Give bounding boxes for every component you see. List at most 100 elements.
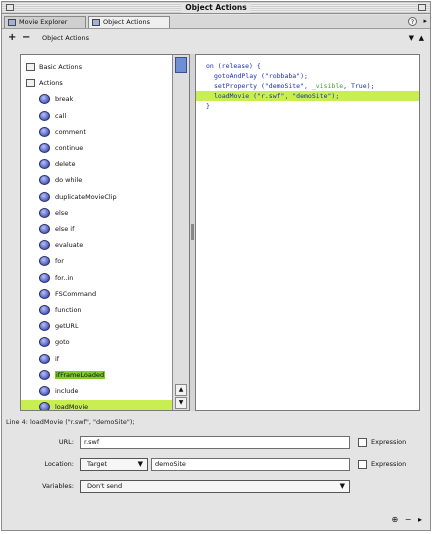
action-list-item-label: if bbox=[55, 354, 60, 363]
action-list-item[interactable]: if bbox=[21, 352, 173, 366]
target-icon[interactable]: ⊕ bbox=[391, 515, 398, 524]
action-list-item-label: for..in bbox=[55, 273, 74, 282]
variables-dropdown[interactable]: Don't send ▼ bbox=[80, 480, 350, 493]
remove-action-button[interactable]: − bbox=[22, 32, 30, 43]
action-list-item[interactable]: ifFrameLoaded bbox=[21, 368, 173, 382]
scroll-thumb[interactable] bbox=[175, 57, 187, 73]
action-icon bbox=[39, 256, 50, 267]
collapse-icon[interactable]: − bbox=[405, 515, 412, 524]
action-icon bbox=[39, 126, 50, 137]
move-up-icon[interactable]: ▲ bbox=[419, 34, 424, 42]
action-list-item-label: getURL bbox=[55, 322, 79, 331]
tree-folder[interactable]: Basic Actions bbox=[21, 60, 173, 74]
action-list-item[interactable]: for..in bbox=[21, 271, 173, 285]
action-icon bbox=[39, 94, 50, 105]
action-list-item[interactable]: loadMovie bbox=[21, 400, 173, 411]
code-line[interactable]: loadMovie ("r.swf", "demoSite"); bbox=[196, 91, 419, 101]
actions-toolbox-tree: Basic Actions Actions break call comment cont… bbox=[20, 54, 190, 411]
action-list-item-label: call bbox=[55, 111, 67, 120]
tab-movie-explorer-label: Movie Explorer bbox=[19, 18, 68, 26]
action-list-item-label: goto bbox=[55, 338, 70, 347]
arrow-icon[interactable]: ▸ bbox=[418, 515, 422, 524]
scroll-down-arrow[interactable]: ▼ bbox=[175, 397, 187, 409]
action-icon bbox=[39, 224, 50, 234]
action-list-item[interactable]: else if bbox=[21, 222, 173, 236]
panel-menu-icon[interactable]: ▸ bbox=[423, 17, 427, 26]
url-label: URL: bbox=[58, 438, 74, 446]
action-icon bbox=[39, 321, 50, 332]
tree-folder[interactable]: Actions bbox=[21, 76, 173, 90]
code-text: setProperty ("demoSite", bbox=[214, 82, 312, 90]
zoom-box[interactable] bbox=[418, 4, 426, 11]
action-list-item-label: else if bbox=[55, 225, 75, 233]
action-icon bbox=[39, 353, 50, 364]
code-line[interactable]: on (release) { bbox=[196, 61, 419, 71]
chevron-down-icon: ▼ bbox=[339, 482, 345, 490]
action-list-item-label: break bbox=[55, 95, 74, 104]
action-list-item[interactable]: evaluate bbox=[21, 238, 173, 252]
action-list-item-label: do while bbox=[55, 176, 83, 185]
movie-explorer-icon bbox=[8, 19, 16, 26]
code-text: , True); bbox=[343, 82, 375, 90]
current-line-status: Line 4: loadMovie ("r.swf", "demoSite"); bbox=[6, 418, 135, 426]
url-expression-label: Expression bbox=[371, 438, 407, 446]
action-list-item-label: function bbox=[55, 306, 82, 314]
action-icon bbox=[39, 305, 50, 315]
action-icon bbox=[39, 369, 50, 380]
move-down-icon[interactable]: ▼ bbox=[409, 34, 414, 42]
action-list-item-label: delete bbox=[55, 160, 76, 169]
action-icon bbox=[39, 207, 50, 218]
question-icon[interactable]: ? bbox=[408, 17, 417, 26]
splitter-handle[interactable] bbox=[191, 224, 194, 240]
location-type-dropdown[interactable]: Target ▼ bbox=[80, 458, 148, 471]
action-list-item[interactable]: for bbox=[21, 254, 173, 268]
variables-value: Don't send bbox=[87, 482, 123, 490]
action-list-item[interactable]: delete bbox=[21, 157, 173, 171]
url-expression-checkbox[interactable] bbox=[358, 438, 367, 447]
action-list-item[interactable]: goto bbox=[21, 335, 173, 349]
actions-toolbar: + − Object Actions ▼ ▲ bbox=[2, 30, 430, 46]
action-list-item[interactable]: FSCommand bbox=[21, 287, 173, 301]
action-list-item-label: for bbox=[55, 257, 64, 266]
window-title: Object Actions bbox=[181, 3, 251, 13]
location-expression-label: Expression bbox=[371, 460, 407, 468]
action-list-item[interactable]: function bbox=[21, 303, 173, 317]
code-line[interactable]: gotoAndPlay ("robbaba"); bbox=[196, 71, 419, 81]
bottom-controls: ⊕ − ▸ bbox=[387, 515, 422, 524]
tree-scrollbar[interactable]: ▲ ▼ bbox=[172, 55, 189, 410]
location-field[interactable]: demoSite bbox=[151, 458, 350, 471]
title-bar[interactable]: Object Actions bbox=[2, 2, 430, 14]
action-list-item-label: ifFrameLoaded bbox=[55, 370, 106, 379]
action-list-item[interactable]: comment bbox=[21, 125, 173, 139]
scroll-up-arrow[interactable]: ▲ bbox=[175, 384, 187, 396]
action-list-item[interactable]: do while bbox=[21, 173, 173, 187]
action-list-item-label: continue bbox=[55, 144, 84, 152]
url-field[interactable]: r.swf bbox=[80, 436, 350, 449]
chevron-down-icon: ▼ bbox=[137, 460, 143, 468]
action-list-item[interactable]: getURL bbox=[21, 319, 173, 333]
action-icon bbox=[39, 240, 50, 251]
action-list-item[interactable]: duplicateMovieClip bbox=[21, 190, 173, 204]
code-line[interactable]: } bbox=[196, 101, 419, 111]
tab-movie-explorer[interactable]: Movie Explorer bbox=[4, 16, 86, 28]
action-list-item-label: loadMovie bbox=[55, 403, 89, 411]
tree-folder-label: Actions bbox=[39, 79, 63, 88]
action-list-item-label: evaluate bbox=[55, 241, 84, 250]
close-box[interactable] bbox=[6, 4, 14, 11]
action-list-item-label: FSCommand bbox=[55, 289, 97, 298]
action-icon bbox=[39, 288, 50, 299]
tab-object-actions[interactable]: Object Actions bbox=[88, 16, 170, 28]
action-list-item[interactable]: break bbox=[21, 92, 173, 106]
location-expression-checkbox[interactable] bbox=[358, 460, 367, 469]
action-list-item[interactable]: include bbox=[21, 384, 173, 398]
action-icon bbox=[39, 337, 50, 348]
url-row: URL: r.swf Expression bbox=[2, 435, 430, 451]
action-list-item-label: else bbox=[55, 208, 69, 217]
action-list-item[interactable]: else bbox=[21, 206, 173, 220]
script-editor[interactable]: on (release) {gotoAndPlay ("robbaba"); se… bbox=[195, 54, 420, 411]
action-list-item[interactable]: continue bbox=[21, 141, 173, 155]
action-list-item[interactable]: call bbox=[21, 109, 173, 123]
action-icon bbox=[39, 272, 50, 283]
code-line[interactable]: setProperty ("demoSite", _visible, True)… bbox=[196, 81, 419, 91]
add-action-button[interactable]: + bbox=[8, 32, 16, 43]
